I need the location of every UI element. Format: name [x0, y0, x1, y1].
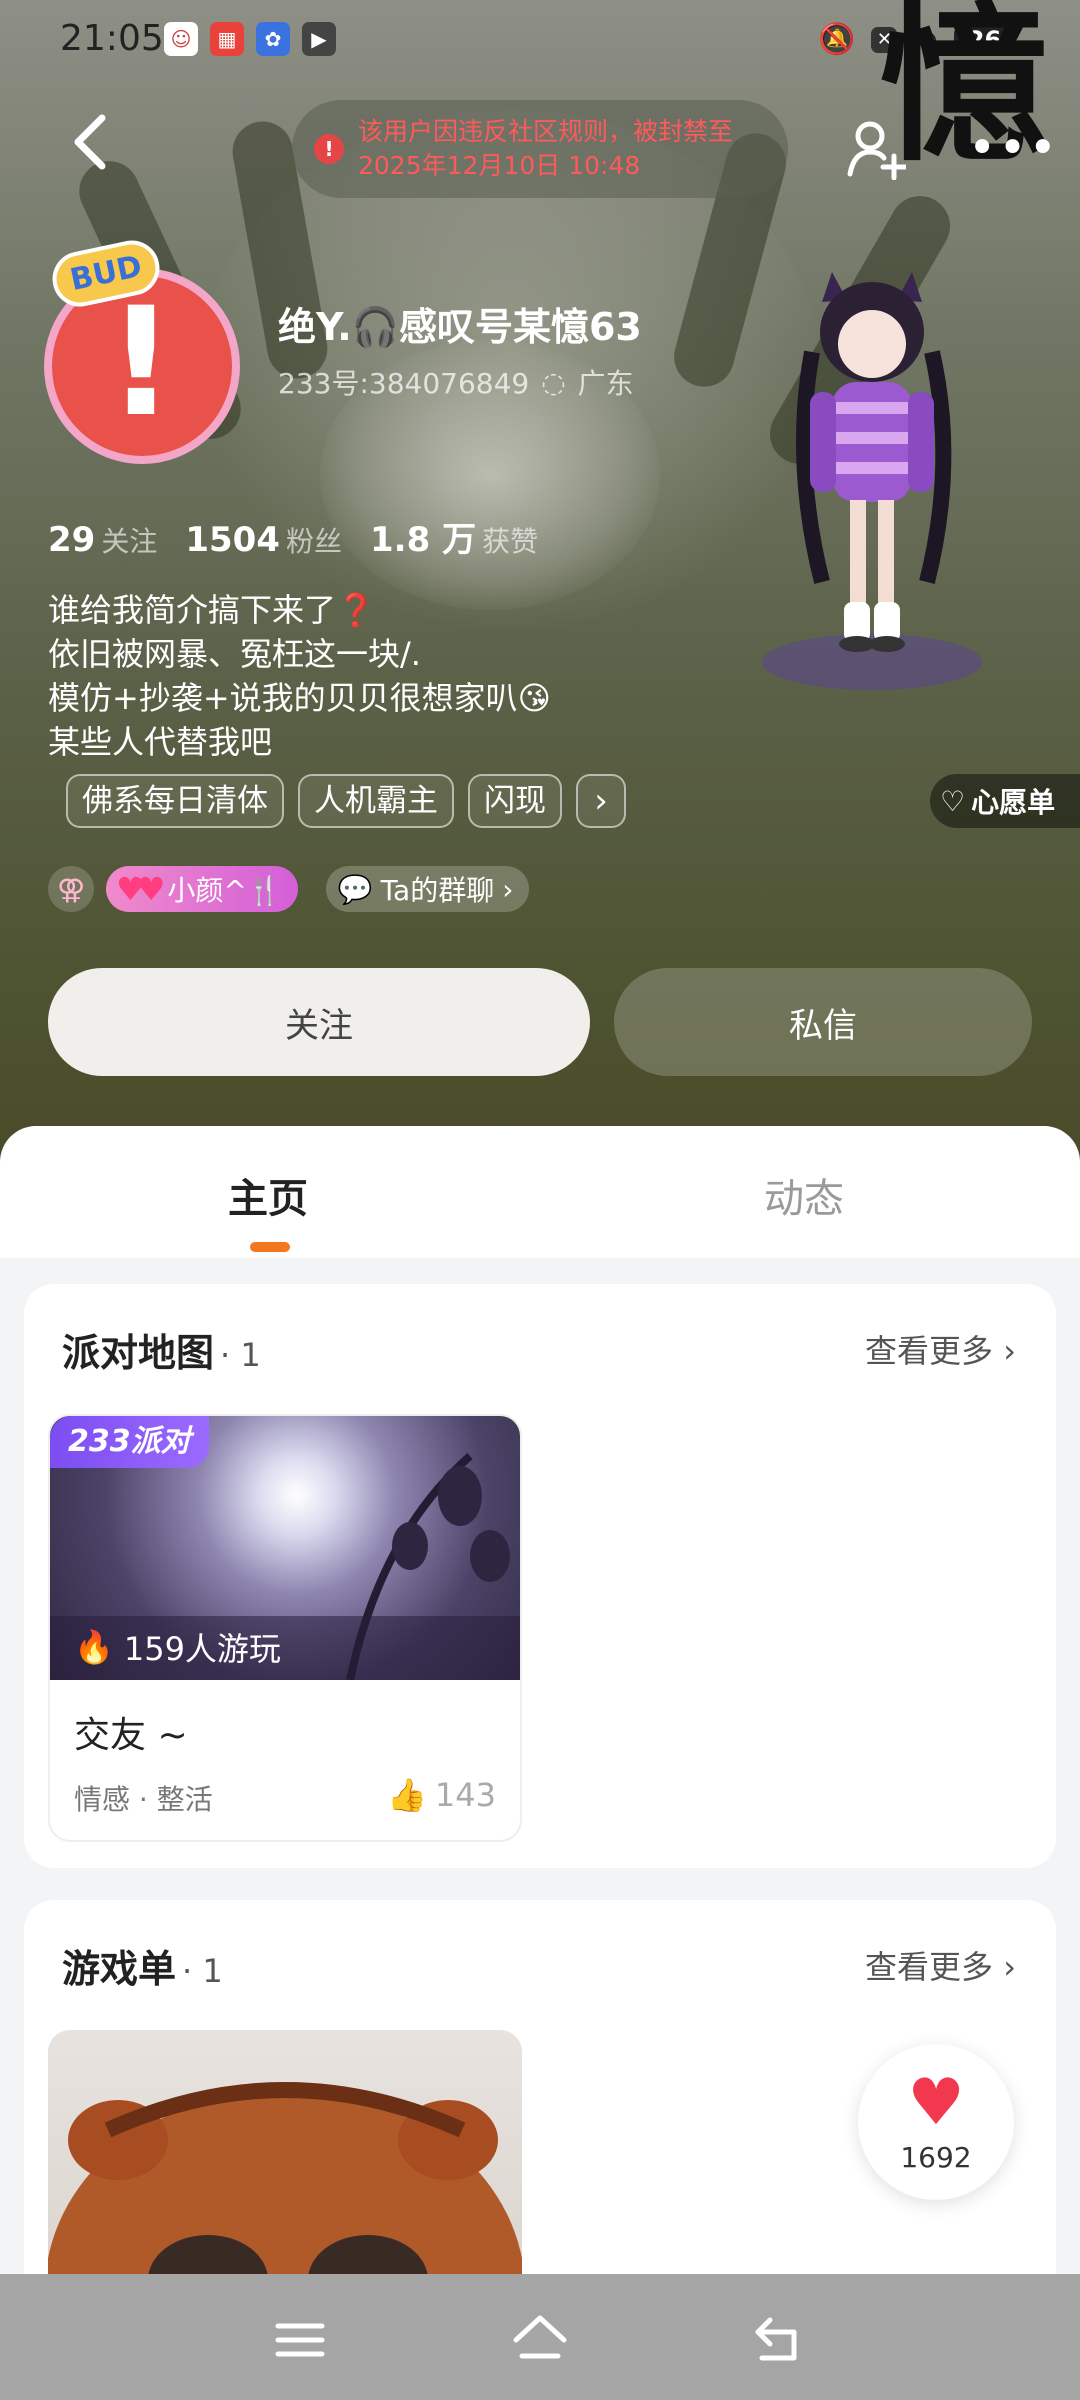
stat-label: 关注: [101, 525, 158, 558]
group-chat-label: Ta的群聊: [380, 874, 495, 907]
map-likes[interactable]: 👍 143: [387, 1776, 496, 1814]
tags-more-button[interactable]: ›: [576, 774, 626, 828]
tab-bar: 主页 动态: [0, 1126, 1080, 1258]
stat-value: 29: [48, 520, 96, 560]
stat-label: 获赞: [482, 525, 539, 558]
back-button[interactable]: [70, 112, 120, 186]
section-title: 游戏单 · 1: [62, 1938, 223, 1993]
system-navigation-bar: [0, 2274, 1080, 2400]
stat-followers[interactable]: 1504 粉丝: [185, 520, 342, 560]
profile-stats: 29 关注 1504 粉丝 1.8 万获赞: [48, 512, 538, 561]
ban-notice-line: 该用户因违反社区规则，被封禁至: [358, 117, 734, 146]
flame-icon: 🔥: [74, 1628, 114, 1666]
see-more-link[interactable]: 查看更多 ›: [865, 1942, 1016, 1988]
group-chat-button[interactable]: 💬 Ta的群聊 ›: [325, 866, 530, 912]
avatar-character[interactable]: [752, 262, 992, 702]
wishlist-label: 心愿单: [971, 786, 1056, 819]
floating-like-count: 1692: [900, 2140, 972, 2174]
map-categories: 情感 · 整活: [74, 1783, 213, 1816]
bio: 谁给我简介搞下来了❓ 依旧被网暴、冤枉这一块/. 模仿+抄袭+说我的贝贝很想家叭…: [48, 588, 551, 764]
like-count: 143: [434, 1776, 496, 1814]
game-app-icon: ▦: [210, 22, 244, 56]
chevron-right-icon: ›: [502, 872, 514, 906]
gender-icon: ⚢: [48, 866, 94, 912]
profile-header: 21:05 ☺ ▦ ✿ ▶ 🔕 ✕ ◠ 26 憶 ! 该用户因违反社区规则，被封…: [0, 0, 1080, 1180]
thumbs-up-icon: 👍: [387, 1776, 427, 1814]
back-arrow-icon: [74, 114, 106, 170]
warning-icon: !: [314, 134, 344, 164]
badge-row: ⚢ ♥♥ 小颜^🍴 💬 Ta的群聊 ›: [48, 866, 530, 912]
stat-following[interactable]: 29 关注: [48, 520, 157, 560]
paw-app-icon: ✿: [256, 22, 290, 56]
more-dots-icon: •••: [968, 120, 1059, 176]
section-count: · 1: [220, 1336, 261, 1374]
tag-list: 佛系每日清体 人机霸主 闪现 ›: [66, 774, 626, 828]
party-map-card: 派对地图 · 1 查看更多 › 233派对 🔥 159人游玩 交友 ~ 情感 · …: [24, 1284, 1056, 1868]
ban-notice-text: 该用户因违反社区规则，被封禁至 2025年12月10日 10:48: [358, 115, 733, 183]
nickname: 绝Y.🎧感叹号某憶63: [278, 305, 642, 349]
see-more-link[interactable]: 查看更多 ›: [865, 1326, 1016, 1372]
exclamation-icon: !: [106, 276, 176, 450]
bio-line: 某些人代替我吧: [48, 723, 273, 761]
section-title-text: 派对地图: [62, 1331, 215, 1375]
stat-label: 粉丝: [285, 525, 342, 558]
stat-value: 1.8 万: [370, 520, 477, 560]
home-icon[interactable]: [510, 2310, 570, 2370]
mute-icon: 🔕: [818, 22, 856, 57]
message-button[interactable]: 私信: [614, 968, 1032, 1076]
tag-chip[interactable]: 人机霸主: [298, 774, 454, 828]
bio-line: 模仿+抄袭+说我的贝贝很想家叭😘: [48, 679, 551, 717]
location-icon: ◌: [541, 365, 566, 399]
floating-like-button[interactable]: ♥ 1692: [858, 2044, 1014, 2200]
map-thumbnail: 233派对 🔥 159人游玩: [50, 1416, 520, 1681]
avatar[interactable]: ! BUD: [34, 235, 248, 464]
bio-line: 依旧被网暴、冤枉这一块/.: [48, 635, 421, 673]
winged-hearts-icon: ♥♥: [116, 870, 165, 908]
add-user-icon: [847, 121, 908, 181]
tab-feed[interactable]: 动态: [764, 1166, 844, 1224]
add-friend-button[interactable]: [846, 118, 908, 181]
player-count: 🔥 159人游玩: [74, 1624, 281, 1670]
back-icon[interactable]: [750, 2310, 810, 2370]
bio-line: 谁给我简介搞下来了❓: [48, 591, 376, 629]
menu-icon[interactable]: [270, 2310, 330, 2370]
tab-active-indicator: [250, 1242, 290, 1252]
section-title-text: 游戏单: [62, 1947, 177, 1991]
ban-notice: ! 该用户因违反社区规则，被封禁至 2025年12月10日 10:48: [292, 100, 788, 198]
user-id: 233号:384076849: [278, 367, 530, 400]
tag-chip[interactable]: 佛系每日清体: [66, 774, 284, 828]
chat-bubble-icon: 💬: [337, 872, 373, 906]
tab-home[interactable]: 主页: [228, 1166, 308, 1224]
heart-icon: ♥: [907, 2065, 965, 2140]
player-count-text: 159人游玩: [123, 1630, 281, 1668]
stat-likes[interactable]: 1.8 万获赞: [370, 512, 538, 561]
ban-notice-line: 2025年12月10日 10:48: [358, 151, 641, 180]
status-time: 21:05: [60, 18, 164, 59]
wishlist-button[interactable]: ♡ 心愿单: [930, 774, 1080, 828]
heart-outline-icon: ♡: [940, 784, 966, 818]
tag-chip[interactable]: 闪现: [468, 774, 562, 828]
map-name: 交友 ~: [74, 1715, 188, 1756]
status-notification-icons: ☺ ▦ ✿ ▶: [164, 22, 336, 56]
uid-row: 233号:384076849 ◌ 广东: [278, 362, 634, 402]
avatar-app-icon: ☺: [164, 22, 198, 56]
location: 广东: [577, 367, 634, 400]
stat-value: 1504: [185, 520, 280, 560]
couple-name: 小颜^🍴: [167, 874, 282, 907]
party-logo-tag: 233派对: [50, 1416, 209, 1468]
couple-badge[interactable]: ♥♥ 小颜^🍴: [106, 866, 298, 912]
section-count: · 1: [182, 1952, 223, 1990]
more-options-button[interactable]: •••: [968, 120, 1059, 176]
section-title: 派对地图 · 1: [62, 1322, 261, 1377]
party-map-item[interactable]: 233派对 🔥 159人游玩 交友 ~ 情感 · 整活 👍 143: [48, 1414, 522, 1842]
video-app-icon: ▶: [302, 22, 336, 56]
follow-button[interactable]: 关注: [48, 968, 590, 1076]
